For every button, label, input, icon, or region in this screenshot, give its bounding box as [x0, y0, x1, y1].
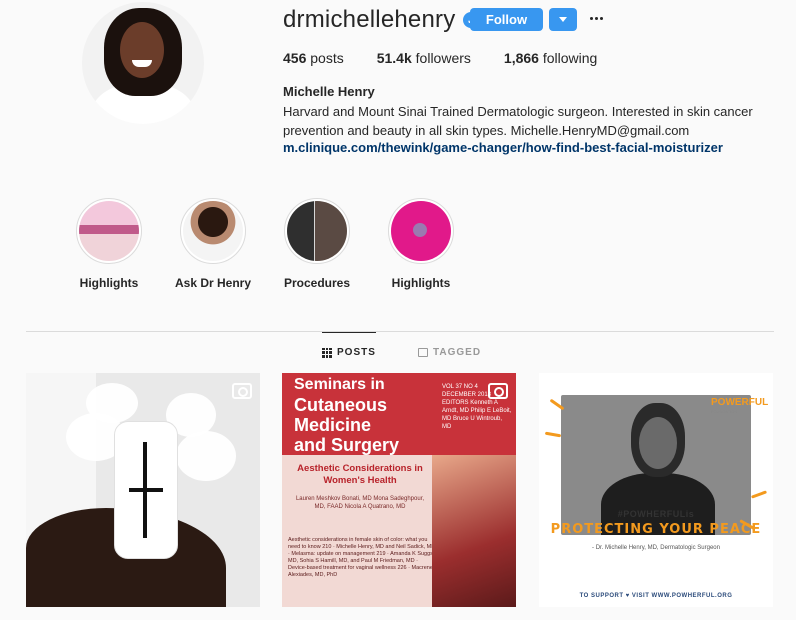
profile-stats: 456 posts 51.4k followers 1,866 followin…: [283, 50, 630, 66]
journal-editors: Lauren Meshkov Bonati, MD Mona Sadeghpou…: [295, 496, 425, 510]
tab-label: TAGGED: [433, 346, 482, 358]
journal-title-line: Medicine: [294, 415, 372, 435]
stat-label: posts: [310, 50, 344, 66]
highlight-ring: [284, 198, 350, 264]
full-name: Michelle Henry: [283, 84, 375, 99]
highlight-label: Highlights: [391, 276, 451, 290]
video-camera-icon: [232, 383, 252, 399]
stat-label: following: [542, 50, 598, 66]
highlight-cover: [183, 201, 243, 261]
highlight-item[interactable]: Ask Dr Henry: [161, 198, 265, 290]
bio-link[interactable]: m.clinique.com/thewink/game-changer/how-…: [283, 140, 723, 155]
flower-shape: [176, 431, 236, 481]
post-headline: PROTECTING YOUR PEACE: [550, 522, 762, 537]
highlight-label: Ask Dr Henry: [174, 276, 252, 290]
dot-icon: [589, 16, 593, 20]
post-thumbnail[interactable]: [26, 373, 260, 607]
suggested-accounts-dropdown-button[interactable]: [549, 8, 577, 31]
stat-value: 1,866: [503, 50, 539, 66]
journal-title-line: and Surgery: [294, 435, 400, 455]
highlight-cover: [391, 201, 451, 261]
username: drmichellehenry: [283, 6, 456, 33]
highlight-item[interactable]: Highlights: [57, 198, 161, 290]
post-byline: - Dr. Michelle Henry, MD, Dermatologic S…: [592, 545, 720, 551]
journal-cover-art: [432, 455, 516, 607]
highlight-ring: [180, 198, 246, 264]
clinique-logo: [114, 421, 178, 559]
stat-label: followers: [415, 50, 471, 66]
journal-title-line: Cutaneous: [294, 395, 388, 415]
stat-posts: 456 posts: [283, 50, 344, 66]
profile-avatar[interactable]: [82, 2, 204, 124]
post-thumbnail[interactable]: Seminars in Cutaneous Medicine and Surge…: [282, 373, 516, 607]
stat-followers[interactable]: 51.4k followers: [377, 50, 471, 66]
tagged-icon: [418, 347, 428, 357]
highlight-label: Highlights: [79, 276, 139, 290]
post-thumbnail[interactable]: POWERFUL FOUNDATION #POWHERFULis PROTECT…: [539, 373, 773, 607]
stat-following[interactable]: 1,866 following: [504, 50, 597, 66]
journal-subtitle: Aesthetic Considerations in Women's Heal…: [297, 463, 423, 486]
highlight-cover: [79, 201, 139, 261]
highlight-ring: [76, 198, 142, 264]
username-row: drmichellehenry ✓: [283, 4, 480, 36]
portrait-face: [639, 417, 677, 469]
avatar-face: [120, 22, 164, 78]
video-camera-icon: [488, 383, 508, 399]
tab-tagged[interactable]: TAGGED: [418, 332, 481, 372]
chevron-down-icon: [559, 17, 567, 22]
profile-tabs: POSTS TAGGED: [0, 332, 796, 372]
highlight-ring: [388, 198, 454, 264]
stat-value: 51.4k: [376, 50, 412, 66]
story-highlights: Highlights Ask Dr Henry Procedures Highl…: [57, 198, 473, 290]
journal-title: Seminars in Cutaneous Medicine and Surge…: [294, 375, 444, 455]
post-support-line: TO SUPPORT ♥ VISIT WWW.POWHERFUL.ORG: [579, 593, 733, 599]
brand-logo-sub: FOUNDATION: [711, 409, 738, 414]
tab-label: POSTS: [337, 347, 376, 358]
follow-button[interactable]: Follow: [470, 8, 543, 31]
more-options-button[interactable]: [588, 8, 604, 28]
highlight-item[interactable]: Procedures: [265, 198, 369, 290]
dot-icon: [599, 16, 603, 20]
brand-logo: POWERFUL: [711, 397, 769, 408]
highlight-label: Procedures: [283, 276, 351, 290]
tab-posts[interactable]: POSTS: [322, 332, 376, 372]
stat-value: 456: [283, 50, 307, 66]
bio-text: Harvard and Mount Sinai Trained Dermatol…: [283, 104, 753, 138]
dot-icon: [594, 16, 598, 20]
journal-title-line: Seminars in: [294, 376, 385, 393]
journal-contents: Aesthetic considerations in female skin …: [288, 537, 436, 578]
highlight-cover: [287, 201, 347, 261]
hashtag: #POWHERFULis: [617, 509, 695, 519]
grid-icon: [322, 347, 332, 358]
highlight-item[interactable]: Highlights: [369, 198, 473, 290]
